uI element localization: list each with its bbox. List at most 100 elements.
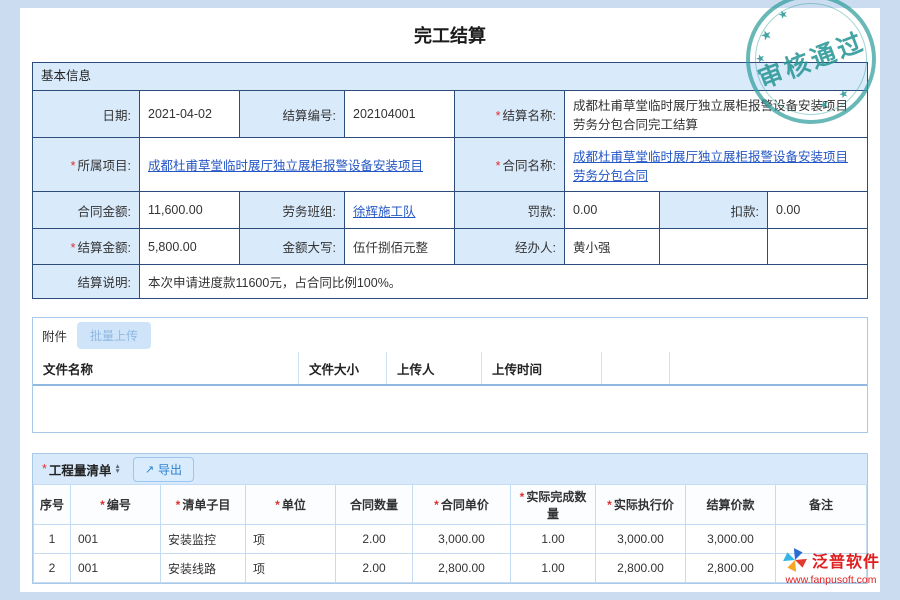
sort-icon[interactable]: ▲ ▼: [114, 464, 120, 475]
cell-settle-amount: 3,000.00: [686, 525, 776, 554]
attachments-title: 附件: [42, 326, 67, 345]
labor-team-label: 劳务班组:: [240, 192, 345, 229]
attachments-empty-area: [33, 386, 867, 432]
vendor-name: 泛普软件: [812, 548, 880, 572]
boq-table: 序号 *编号 *清单子目 *单位 合同数量 *合同单价 *实际完成数量 *实际执…: [33, 484, 867, 583]
settlement-amount-label: *结算金额:: [33, 229, 140, 265]
penalty-value: 0.00: [565, 192, 660, 229]
handler-value: 黄小强: [565, 229, 660, 265]
contract-name-label: *合同名称:: [455, 138, 565, 192]
column-header-contract-price: *合同单价: [413, 485, 511, 525]
boq-toolbar: * 工程量清单 ▲ ▼ ↗ 导出: [33, 454, 867, 484]
project-label: *所属项目:: [33, 138, 140, 192]
attachments-table-header: 文件名称 文件大小 上传人 上传时间: [33, 352, 867, 386]
settlement-amount-value: 5,800.00: [140, 229, 240, 265]
empty-cell: [768, 229, 868, 265]
empty-cell: [660, 229, 768, 265]
column-header-remark: 备注: [776, 485, 867, 525]
contract-amount-value: 11,600.00: [140, 192, 240, 229]
column-header-empty: [602, 352, 670, 384]
column-header-file-name: 文件名称: [33, 352, 299, 384]
page-title: 完工结算: [32, 22, 868, 48]
column-header-uploader: 上传人: [387, 352, 482, 384]
pinwheel-logo-icon: [782, 547, 808, 573]
column-header-actual-price: *实际执行价: [596, 485, 686, 525]
cell-actual-qty: 1.00: [511, 525, 596, 554]
cell-seq: 2: [34, 554, 71, 583]
settlement-name-value: 成都杜甫草堂临时展厅独立展柜报警设备安装项目劳务分包合同完工结算: [565, 91, 868, 138]
handler-label: 经办人:: [455, 229, 565, 265]
batch-upload-button[interactable]: 批量上传: [77, 322, 151, 349]
date-label: 日期:: [33, 91, 140, 138]
cell-contract-price: 3,000.00: [413, 525, 511, 554]
export-icon: ↗: [145, 463, 154, 476]
boq-header-row: 序号 *编号 *清单子目 *单位 合同数量 *合同单价 *实际完成数量 *实际执…: [34, 485, 867, 525]
cell-actual-price: 2,800.00: [596, 554, 686, 583]
table-row: 结算说明: 本次申请进度款11600元，占合同比例100%。: [33, 265, 868, 299]
column-header-upload-time: 上传时间: [482, 352, 602, 384]
cell-unit: 项: [246, 554, 336, 583]
cell-contract-qty: 2.00: [336, 554, 413, 583]
cell-unit: 项: [246, 525, 336, 554]
cell-actual-qty: 1.00: [511, 554, 596, 583]
export-button[interactable]: ↗ 导出: [133, 457, 194, 482]
required-marker: *: [100, 498, 105, 512]
attachments-toolbar: 附件 批量上传: [33, 318, 867, 352]
table-row: *所属项目: 成都杜甫草堂临时展厅独立展柜报警设备安装项目 *合同名称: 成都杜…: [33, 138, 868, 192]
cell-item: 安装线路: [161, 554, 246, 583]
basic-info-header: 基本信息: [32, 62, 868, 90]
boq-row: 1 001 安装监控 项 2.00 3,000.00 1.00 3,000.00…: [34, 525, 867, 554]
settlement-note-label: 结算说明:: [33, 265, 140, 299]
contract-link[interactable]: 成都杜甫草堂临时展厅独立展柜报警设备安装项目劳务分包合同: [573, 150, 848, 183]
cell-contract-price: 2,800.00: [413, 554, 511, 583]
required-marker: *: [434, 498, 439, 512]
table-row: 日期: 2021-04-02 结算编号: 202104001 *结算名称: 成都…: [33, 91, 868, 138]
column-header-seq: 序号: [34, 485, 71, 525]
contract-name-value: 成都杜甫草堂临时展厅独立展柜报警设备安装项目劳务分包合同: [565, 138, 868, 192]
boq-section: * 工程量清单 ▲ ▼ ↗ 导出 序号 *编号 *清单子目 *单位: [32, 453, 868, 584]
vendor-watermark: 泛普软件 www.fanpusoft.com: [782, 547, 880, 586]
column-header-code: *编号: [71, 485, 161, 525]
cell-item: 安装监控: [161, 525, 246, 554]
cell-code: 001: [71, 525, 161, 554]
column-header-item: *清单子目: [161, 485, 246, 525]
column-header-settle-amount: 结算价款: [686, 485, 776, 525]
cell-contract-qty: 2.00: [336, 525, 413, 554]
column-header-file-size: 文件大小: [299, 352, 387, 384]
labor-team-value: 徐辉施工队: [345, 192, 455, 229]
contract-amount-label: 合同金额:: [33, 192, 140, 229]
required-marker: *: [71, 241, 76, 255]
main-panel: 完工结算 基本信息 日期: 2021-04-02 结算编号: 202104001…: [20, 8, 880, 592]
deduction-label: 扣款:: [660, 192, 768, 229]
project-value: 成都杜甫草堂临时展厅独立展柜报警设备安装项目: [140, 138, 455, 192]
required-marker: *: [520, 490, 525, 504]
required-marker: *: [496, 159, 501, 173]
boq-row: 2 001 安装线路 项 2.00 2,800.00 1.00 2,800.00…: [34, 554, 867, 583]
project-link[interactable]: 成都杜甫草堂临时展厅独立展柜报警设备安装项目: [148, 159, 423, 173]
required-marker: *: [607, 498, 612, 512]
settlement-note-value: 本次申请进度款11600元，占合同比例100%。: [140, 265, 868, 299]
sort-desc-icon: ▼: [114, 469, 120, 475]
required-marker: *: [71, 159, 76, 173]
settlement-no-value: 202104001: [345, 91, 455, 138]
deduction-value: 0.00: [768, 192, 868, 229]
settlement-no-label: 结算编号:: [240, 91, 345, 138]
column-header-actual-qty: *实际完成数量: [511, 485, 596, 525]
column-header-contract-qty: 合同数量: [336, 485, 413, 525]
required-marker: *: [275, 498, 280, 512]
date-value: 2021-04-02: [140, 91, 240, 138]
cell-actual-price: 3,000.00: [596, 525, 686, 554]
table-row: *结算金额: 5,800.00 金额大写: 伍仟捌佰元整 经办人: 黄小强: [33, 229, 868, 265]
column-header-empty: [670, 352, 867, 384]
attachments-section: 附件 批量上传 文件名称 文件大小 上传人 上传时间: [32, 317, 868, 433]
required-marker: *: [176, 498, 181, 512]
cell-seq: 1: [34, 525, 71, 554]
required-marker: *: [42, 462, 47, 476]
labor-team-link[interactable]: 徐辉施工队: [353, 205, 416, 219]
cell-settle-amount: 2,800.00: [686, 554, 776, 583]
boq-title: 工程量清单: [49, 460, 112, 479]
required-marker: *: [496, 109, 501, 123]
basic-info-table: 日期: 2021-04-02 结算编号: 202104001 *结算名称: 成都…: [32, 90, 868, 299]
amount-words-value: 伍仟捌佰元整: [345, 229, 455, 265]
penalty-label: 罚款:: [455, 192, 565, 229]
